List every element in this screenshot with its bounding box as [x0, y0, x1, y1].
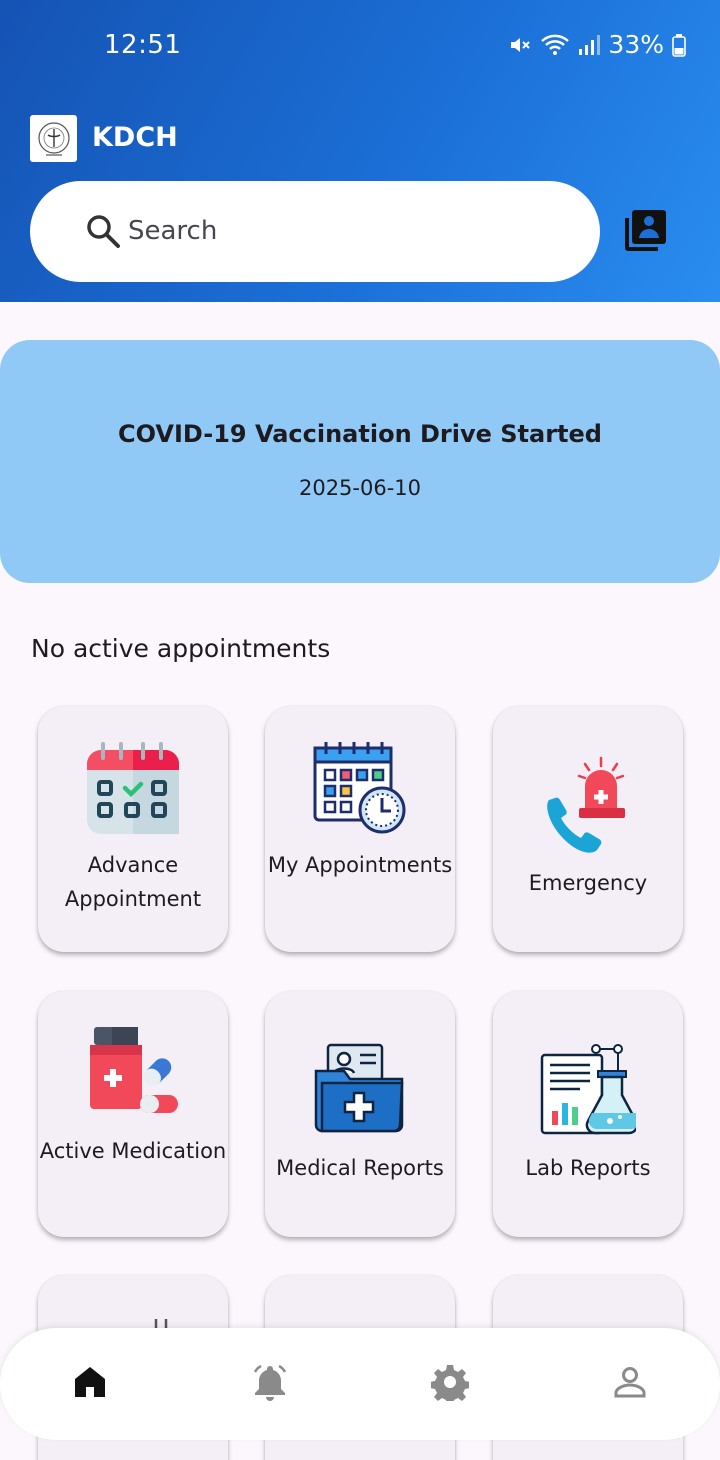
emblem-icon [37, 121, 70, 156]
app-header: 12:51 33% KDCH [0, 0, 720, 302]
battery-icon [672, 33, 686, 57]
search-icon [87, 215, 120, 248]
search-input[interactable] [128, 211, 548, 251]
mute-icon [511, 37, 531, 52]
nav-profile[interactable] [610, 1362, 650, 1402]
nav-settings[interactable] [430, 1362, 470, 1402]
tile-medical-reports[interactable]: Medical Reports [265, 991, 455, 1237]
tile-label: Lab Reports [525, 1156, 651, 1180]
no-appointments-text: No active appointments [31, 634, 331, 663]
medication-bottle-icon [90, 1027, 178, 1113]
tile-label: My Appointments [267, 853, 453, 877]
tile-label: Emergency [528, 871, 648, 895]
nav-notifications[interactable] [250, 1362, 290, 1402]
person-icon [614, 1367, 646, 1398]
search-bar[interactable] [30, 181, 600, 282]
tile-active-medication[interactable]: Active Medication [38, 991, 228, 1237]
emergency-alarm-phone-icon [547, 756, 625, 853]
status-icons: 33% [508, 30, 686, 59]
medical-folder-icon [314, 1043, 404, 1133]
tile-advance-appointment[interactable]: Advance Appointment [38, 706, 228, 952]
bottom-navigation [0, 1328, 720, 1440]
app-title: KDCH [92, 122, 178, 153]
wifi-icon [541, 34, 570, 55]
tile-label: Advance Appointment [64, 853, 202, 911]
records-library-icon[interactable] [622, 208, 668, 254]
calendar-check-icon [87, 742, 179, 834]
gear-icon [431, 1365, 469, 1401]
announcement-banner[interactable] [0, 340, 720, 583]
tile-my-appointments[interactable]: My Appointments [265, 706, 455, 952]
home-icon [75, 1367, 105, 1397]
banner-title: COVID-19 Vaccination Drive Started [118, 420, 602, 448]
tile-lab-reports[interactable]: Lab Reports [493, 991, 683, 1237]
signal-icon [579, 34, 601, 55]
calendar-clock-icon [313, 742, 406, 834]
bell-icon [253, 1364, 287, 1401]
lab-flask-report-icon [540, 1044, 636, 1135]
banner-date: 2025-06-10 [298, 476, 422, 500]
tile-label: Medical Reports [276, 1156, 444, 1180]
tile-label: Active Medication [39, 1139, 227, 1163]
nav-home[interactable] [70, 1362, 110, 1402]
status-time: 12:51 [104, 30, 182, 60]
tile-emergency[interactable]: Emergency [493, 706, 683, 952]
hospital-logo [30, 115, 77, 162]
battery-percent: 33% [608, 30, 664, 59]
